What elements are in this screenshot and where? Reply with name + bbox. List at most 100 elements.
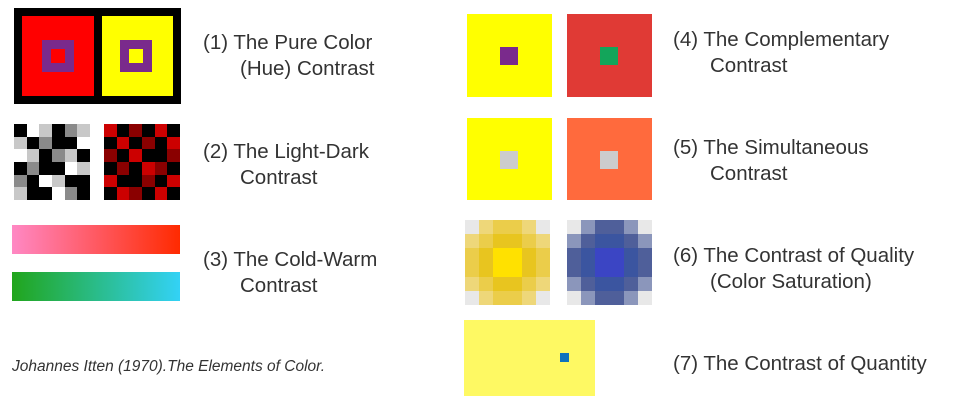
label-pure-color-contrast: (1) The Pure Color (Hue) Contrast [203,31,375,80]
saturation-cell [567,248,582,263]
saturation-cell [507,290,522,305]
saturation-cell [479,290,494,305]
yellow-center-square [129,49,143,63]
checker-cell [116,149,130,162]
checker-cell [104,136,117,150]
checker-cell [26,187,40,200]
pure-color-contrast-swatch [14,8,181,104]
label-light-dark-contrast: (2) The Light-Dark Contrast [203,140,369,189]
checker-cell [26,162,40,175]
saturation-cell [479,220,494,235]
saturation-cell [479,276,494,291]
saturation-cell [623,234,638,249]
checker-cell [64,136,78,150]
checker-cell [77,124,90,137]
saturation-cell [567,220,582,235]
saturation-cell [595,262,610,277]
cold-gradient-bar [12,272,180,301]
checker-cell [142,162,155,175]
checker-cell [116,136,130,150]
checker-cell [104,162,117,175]
saturation-cell [609,262,624,277]
saturation-cell [493,262,508,277]
saturation-cell [507,220,522,235]
checker-cell [142,149,155,162]
saturation-cell [521,234,536,249]
saturation-cell [637,290,652,305]
checker-cell [167,136,180,150]
saturation-cell [479,248,494,263]
checker-cell [154,174,168,188]
checker-cell [52,162,65,175]
complementary-red-square [567,14,652,97]
saturation-cell [623,262,638,277]
checker-cell [154,187,168,200]
checker-cell [14,149,27,162]
saturation-cell [465,248,480,263]
checker-cell [64,149,78,162]
saturation-cell [623,248,638,263]
checker-cell [77,136,90,150]
citation-caption: Johannes Itten (1970).The Elements of Co… [12,358,326,375]
simultaneous-yellow-square [467,118,552,200]
saturation-yellow-grid [465,220,550,305]
checker-cell [154,149,168,162]
checker-cell [14,187,27,200]
checker-cell [142,124,155,137]
checker-cell [129,174,142,188]
saturation-cell [637,276,652,291]
checker-cell [167,174,180,188]
checker-cell [26,124,40,137]
checker-cell [52,149,65,162]
checker-cell [52,124,65,137]
saturation-cell [581,248,596,263]
checker-cell [116,187,130,200]
saturation-cell [595,234,610,249]
checker-cell [129,187,142,200]
saturation-cell [465,220,480,235]
checker-cell [39,174,52,188]
saturation-cell [493,234,508,249]
saturation-cell [507,276,522,291]
checker-cell [154,136,168,150]
checker-cell [167,162,180,175]
saturation-cell [507,248,522,263]
checker-cell [77,162,90,175]
saturation-cell [521,276,536,291]
green-dot [600,47,618,65]
light-dark-checker [14,124,90,200]
checker-cell [154,162,168,175]
saturation-cell [535,248,550,263]
checker-cell [26,174,40,188]
checker-cell [39,162,52,175]
saturation-cell [567,290,582,305]
saturation-cell [609,220,624,235]
blue-dot [560,353,569,362]
quantity-pale-yellow-rect [464,320,595,396]
saturation-cell [521,220,536,235]
checker-cell [167,124,180,137]
gray-dot-on-yellow [500,151,518,169]
checker-cell [14,162,27,175]
complementary-yellow-square [467,14,552,97]
checker-cell [26,149,40,162]
saturation-cell [567,262,582,277]
checker-cell [77,187,90,200]
saturation-cell [465,234,480,249]
checker-cell [77,174,90,188]
checker-cell [104,124,117,137]
checker-cell [77,149,90,162]
saturation-cell [609,234,624,249]
checker-cell [116,174,130,188]
saturation-cell [479,262,494,277]
checker-cell [116,162,130,175]
label-cold-warm-contrast: (3) The Cold-Warm Contrast [203,248,378,297]
checker-cell [52,174,65,188]
checker-cell [64,162,78,175]
checker-cell [14,174,27,188]
saturation-cell [609,248,624,263]
saturation-cell [637,234,652,249]
saturation-cell [637,248,652,263]
saturation-cell [623,220,638,235]
saturation-cell [581,234,596,249]
